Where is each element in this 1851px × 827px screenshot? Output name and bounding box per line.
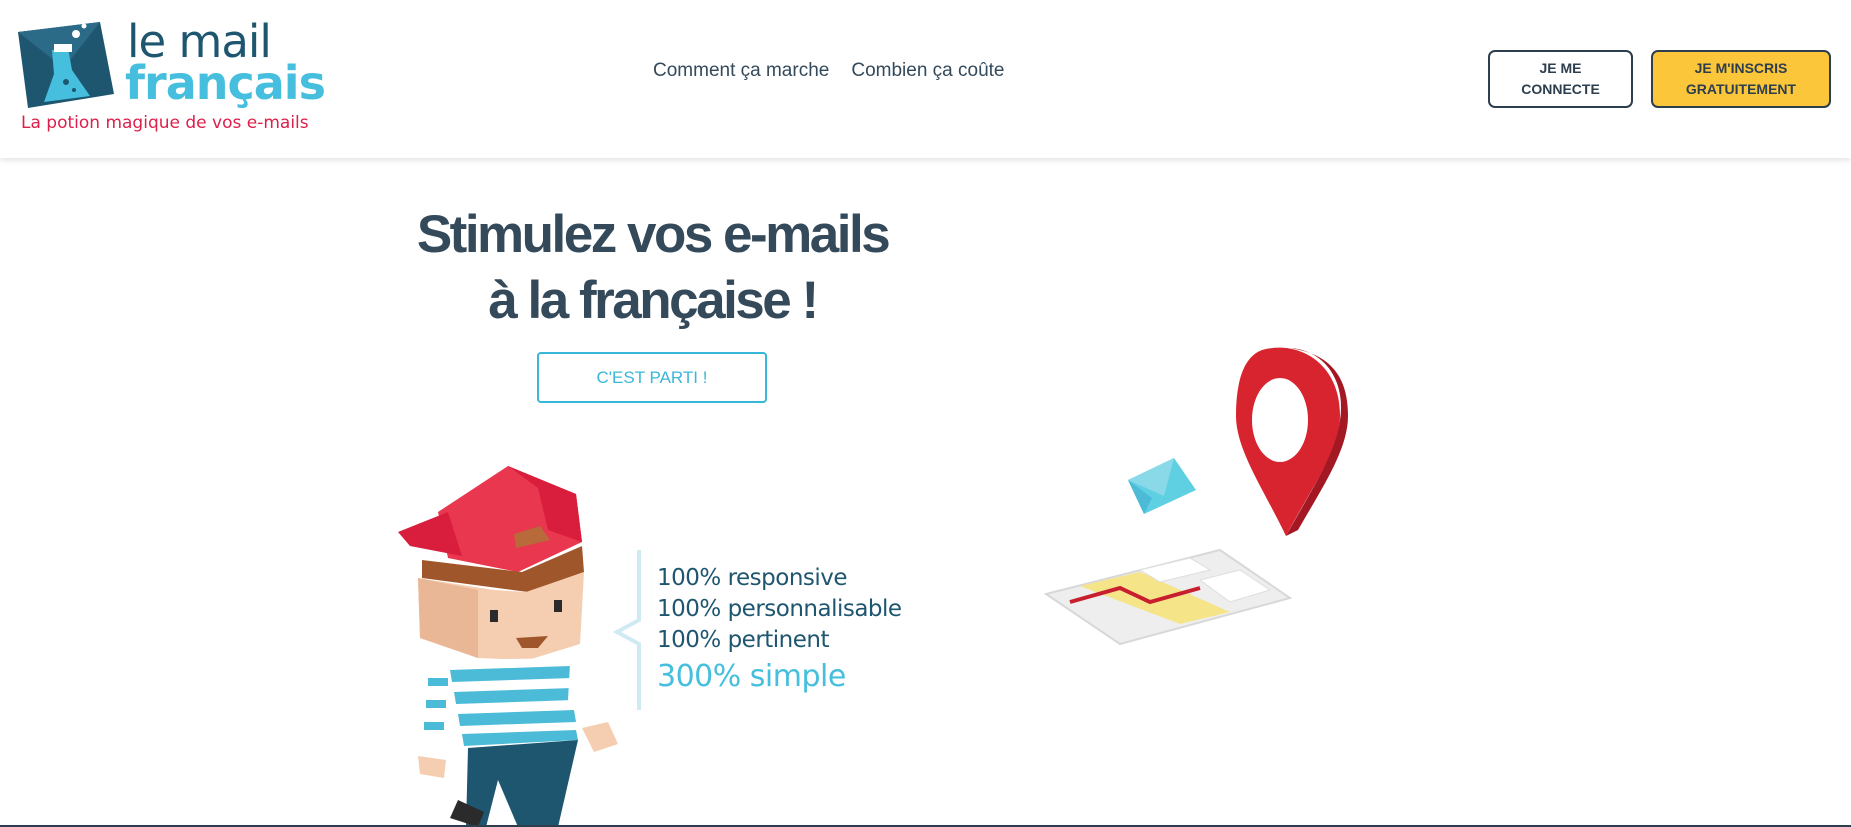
hero-title-line2: à la française ! (488, 271, 819, 330)
signup-button[interactable]: JE M'INSCRIS GRATUITEMENT (1651, 50, 1831, 108)
signup-button-line2: GRATUITEMENT (1685, 81, 1797, 97)
login-button-line2: CONNECTE (1521, 81, 1600, 97)
hero-title: Stimulez vos e-mails à la française ! (380, 202, 925, 334)
french-boy-illustration (398, 466, 618, 827)
logo[interactable]: le mail français La potion magique de vo… (14, 18, 326, 138)
signup-button-line1: JE M'INSCRIS (1694, 60, 1788, 76)
login-button[interactable]: JE ME CONNECTE (1488, 50, 1633, 108)
login-button-line1: JE ME (1539, 60, 1582, 76)
site-header: le mail français La potion magique de vo… (0, 0, 1851, 158)
feature-relevant: 100% pertinent (657, 627, 830, 653)
start-cta-button[interactable]: C'EST PARTI ! (537, 352, 767, 403)
speech-bracket (613, 550, 641, 710)
feature-simple: 300% simple (657, 659, 846, 694)
main-nav: Comment ça marche Combien ça coûte (653, 60, 1005, 82)
feature-customizable: 100% personnalisable (657, 596, 902, 622)
map-pin-envelope-illustration (1043, 347, 1348, 646)
features-list: 100% responsive 100% personnalisable 100… (657, 563, 902, 697)
hero-title-line1: Stimulez vos e-mails (416, 205, 891, 264)
nav-link-pricing[interactable]: Combien ça coûte (851, 60, 1004, 82)
feature-responsive: 100% responsive (657, 565, 848, 591)
logo-word-francais: français (125, 56, 326, 110)
nav-link-how-it-works[interactable]: Comment ça marche (653, 60, 829, 82)
logo-tagline: La potion magique de vos e-mails (21, 113, 309, 133)
flask-envelope-logo-icon (18, 22, 114, 108)
